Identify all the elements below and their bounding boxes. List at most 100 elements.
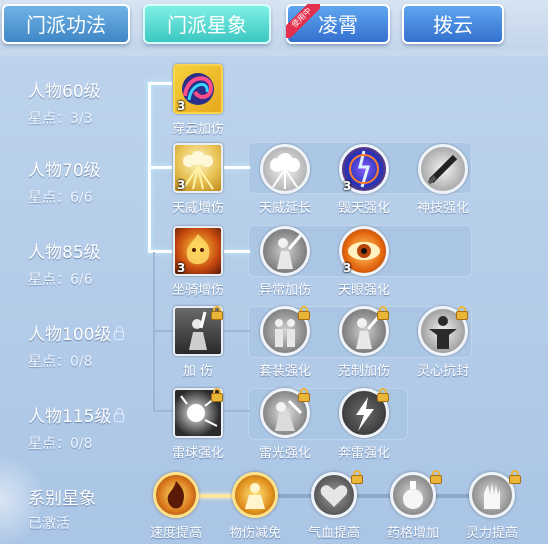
sword-slash-icon bbox=[418, 144, 468, 194]
level-text: 人物60级 bbox=[28, 82, 101, 102]
skill-name: 奔雷强化 bbox=[337, 446, 390, 461]
skill-name: 灵心抗封 bbox=[416, 364, 469, 379]
lock-icon bbox=[211, 306, 223, 320]
lock-icon bbox=[509, 470, 521, 484]
level-text: 人物70级 bbox=[28, 161, 101, 181]
tab-label: 门派功法 bbox=[26, 13, 106, 37]
skill-thunder-ball[interactable] bbox=[173, 388, 223, 438]
series-item-name: 药格增加 bbox=[386, 526, 439, 541]
tree-branch bbox=[153, 410, 173, 412]
skill-name: 雷光强化 bbox=[258, 446, 311, 461]
skill-divine-tech[interactable] bbox=[418, 144, 468, 194]
skill-spirit-resist[interactable] bbox=[418, 306, 468, 356]
skill-name: 穿云加伤 bbox=[171, 122, 224, 137]
skill-destroy-heaven[interactable]: 3 bbox=[339, 144, 389, 194]
series-status: 已激活 bbox=[28, 516, 70, 532]
tab-sect-skills[interactable]: 门派功法 bbox=[2, 4, 130, 44]
skill-name: 神技强化 bbox=[416, 201, 469, 216]
tree-line bbox=[153, 252, 155, 412]
tab-label: 凌霄 bbox=[318, 13, 358, 37]
strip-link bbox=[224, 250, 250, 253]
skill-name: 异常加伤 bbox=[258, 283, 311, 298]
series-item-name: 气血提高 bbox=[307, 526, 360, 541]
skill-level: 3 bbox=[343, 179, 352, 193]
skill-level: 3 bbox=[177, 99, 186, 113]
flame-person-icon bbox=[245, 483, 265, 509]
series-speed-up[interactable] bbox=[153, 472, 199, 518]
skill-heaven-might-damage[interactable]: 3 bbox=[173, 143, 223, 193]
skill-level: 3 bbox=[177, 178, 186, 192]
skill-heaven-might-extend[interactable] bbox=[260, 144, 310, 194]
lock-icon bbox=[351, 470, 363, 484]
skill-abnormal-damage[interactable] bbox=[260, 226, 310, 276]
lock-icon bbox=[430, 470, 442, 484]
skill-thunder-light[interactable] bbox=[260, 388, 310, 438]
lock-icon bbox=[211, 388, 223, 402]
lock-icon bbox=[298, 388, 310, 402]
points-text: 星点：6/6 bbox=[28, 272, 93, 288]
skill-level: 3 bbox=[177, 261, 186, 275]
skill-name: 天威增伤 bbox=[171, 201, 224, 216]
skill-rushing-thunder[interactable] bbox=[339, 388, 389, 438]
star-tree-panel bbox=[0, 56, 548, 544]
series-title: 系别星象 bbox=[28, 489, 96, 509]
skill-cloud-pierce[interactable]: 3 bbox=[173, 64, 223, 114]
tab-label: 门派星象 bbox=[167, 13, 247, 37]
lock-icon bbox=[377, 388, 389, 402]
skill-level: 3 bbox=[343, 261, 352, 275]
tree-branch bbox=[148, 166, 172, 169]
tree-branch bbox=[148, 250, 172, 253]
lock-icon bbox=[114, 408, 125, 422]
in-use-badge: 使用中 bbox=[286, 4, 320, 38]
warrior-strike-icon bbox=[260, 226, 310, 276]
skill-mount-damage[interactable]: 3 bbox=[173, 226, 223, 276]
lock-wrapper bbox=[469, 470, 521, 518]
skill-counter-damage[interactable] bbox=[339, 306, 389, 356]
strip-link bbox=[224, 166, 250, 169]
speed-flame-icon bbox=[167, 481, 184, 509]
lock-icon bbox=[456, 306, 468, 320]
row-label-85: 人物85级 星点：6/6 bbox=[28, 238, 101, 289]
lock-icon bbox=[298, 306, 310, 320]
points-text: 星点：6/6 bbox=[28, 190, 93, 206]
skill-name: 克制加伤 bbox=[337, 364, 390, 379]
skill-name: 天眼强化 bbox=[337, 283, 390, 298]
row-label-115: 人物115级 星点：0/8 bbox=[28, 402, 125, 453]
tree-branch bbox=[148, 82, 172, 85]
tab-label: 拨云 bbox=[433, 13, 473, 37]
row-label-60: 人物60级 星点：3/3 bbox=[28, 77, 101, 128]
skill-name: 坐骑增伤 bbox=[171, 283, 224, 298]
tab-lingxiao[interactable]: 使用中 凌霄 bbox=[286, 4, 390, 44]
series-item-name: 物伤减免 bbox=[228, 526, 281, 541]
lock-icon bbox=[377, 306, 389, 320]
tab-bar: 门派功法 门派星象 使用中 凌霄 拨云 bbox=[0, 0, 548, 50]
row-label-70: 人物70级 星点：6/6 bbox=[28, 156, 101, 207]
points-text: 星点：3/3 bbox=[28, 111, 93, 127]
level-text: 人物85级 bbox=[28, 243, 101, 263]
skill-name: 雷球强化 bbox=[171, 446, 224, 461]
row-label-100: 人物100级 星点：0/8 bbox=[28, 320, 125, 371]
skill-name: 天威延长 bbox=[258, 201, 311, 216]
white-clouds-icon bbox=[260, 144, 310, 194]
level-text: 人物115级 bbox=[28, 402, 125, 427]
series-label: 系别星象 已激活 bbox=[28, 484, 96, 533]
series-phys-reduce[interactable] bbox=[232, 472, 278, 518]
lock-icon bbox=[114, 326, 125, 340]
skill-name: 套装强化 bbox=[258, 364, 311, 379]
series-item-name: 灵力提高 bbox=[465, 526, 518, 541]
strip-link bbox=[224, 330, 250, 332]
skill-add-damage[interactable] bbox=[173, 306, 223, 356]
series-item-name: 速度提高 bbox=[149, 526, 202, 541]
level-text: 人物100级 bbox=[28, 320, 125, 345]
skill-name: 加 伤 bbox=[182, 364, 214, 379]
points-text: 星点：0/8 bbox=[28, 354, 93, 370]
skill-heaven-eye[interactable]: 3 bbox=[339, 226, 389, 276]
tab-sect-stars[interactable]: 门派星象 bbox=[143, 4, 271, 44]
tab-boyun[interactable]: 拨云 bbox=[402, 4, 504, 44]
skill-set-enhance[interactable] bbox=[260, 306, 310, 356]
lock-wrapper bbox=[311, 470, 363, 518]
skill-name: 毁天强化 bbox=[337, 201, 390, 216]
points-text: 星点：0/8 bbox=[28, 436, 93, 452]
tree-branch bbox=[153, 330, 173, 332]
strip-link bbox=[224, 410, 250, 412]
